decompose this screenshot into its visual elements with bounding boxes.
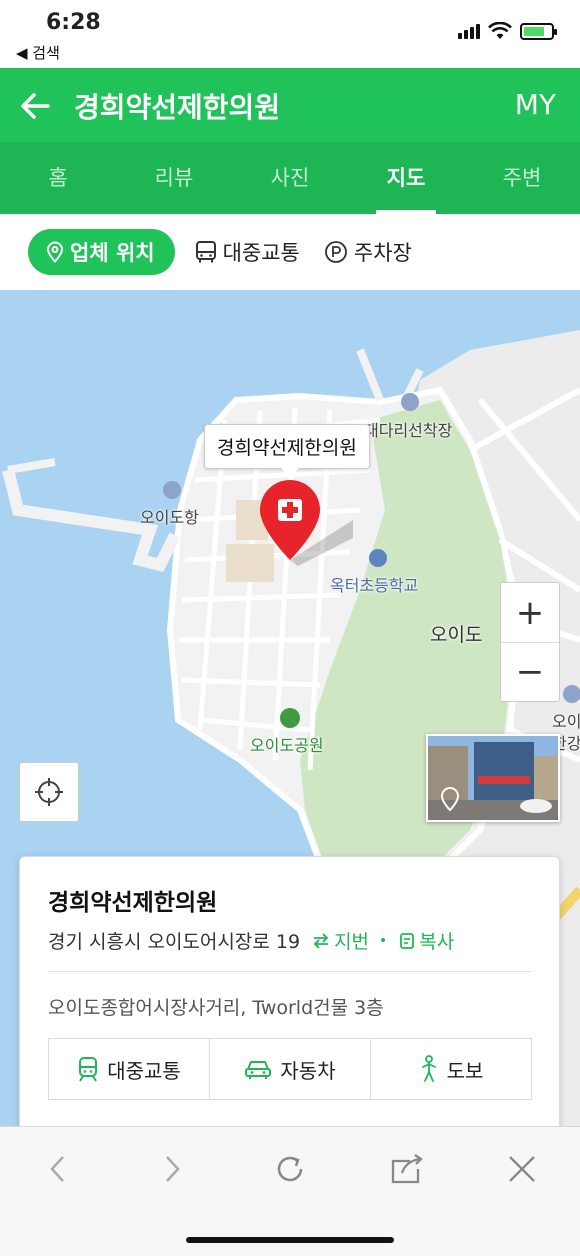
current-location-button[interactable]	[19, 762, 79, 822]
card-divider	[48, 971, 531, 972]
transit-directions-button[interactable]: 대중교통	[49, 1039, 209, 1099]
map-label-edge1: 오이	[552, 712, 580, 731]
map-subtabs: 업체 위치 대중교통 주차장	[0, 214, 580, 290]
subtab-location[interactable]: 업체 위치	[28, 229, 175, 275]
status-bar: 6:28 ◀ 검색	[0, 0, 580, 68]
street-view-image	[428, 736, 558, 820]
back-arrow-icon[interactable]	[18, 86, 58, 126]
zoom-in-button[interactable]: +	[501, 583, 559, 642]
jibun-label: 지번	[334, 931, 370, 953]
subtab-parking-label: 주차장	[353, 241, 412, 265]
place-address-row: 경기 시흥시 오이도어시장로 19 지번 • 복사	[48, 927, 454, 954]
signal-icon	[458, 23, 480, 39]
walk-directions-button[interactable]: 도보	[370, 1039, 531, 1099]
map-label-park: 오이도공원	[250, 736, 324, 755]
home-indicator	[186, 1237, 394, 1243]
place-callout[interactable]: 경희약선제한의원	[204, 424, 370, 477]
subtab-transit[interactable]: 대중교통	[191, 229, 304, 275]
tab-map[interactable]: 지도	[348, 142, 464, 214]
close-button[interactable]	[500, 1147, 544, 1191]
status-time: 6:28	[46, 10, 101, 35]
status-icons	[458, 22, 557, 40]
tab-photo[interactable]: 사진	[232, 142, 348, 214]
share-button[interactable]	[384, 1147, 428, 1191]
close-icon	[509, 1156, 535, 1182]
page-title: 경희약선제한의원	[74, 91, 281, 124]
wifi-icon	[488, 22, 512, 39]
place-info-card: 경희약선제한의원 경기 시흥시 오이도어시장로 19 지번 • 복사 오이도종합…	[19, 856, 560, 1146]
subtab-parking[interactable]: 주차장	[320, 229, 416, 275]
tab-nearby[interactable]: 주변	[464, 142, 580, 214]
map-label-school: 옥터초등학교	[330, 576, 419, 595]
copy-label: 복사	[419, 931, 455, 953]
directions-actions: 대중교통 자동차 도보	[48, 1038, 532, 1100]
chevron-left-icon	[50, 1156, 64, 1182]
jibun-toggle[interactable]: 지번	[312, 927, 369, 954]
copy-icon	[400, 932, 415, 949]
browser-forward-button[interactable]	[150, 1147, 194, 1191]
place-name: 경희약선제한의원	[48, 890, 218, 916]
map-label-port: 오이도항	[140, 508, 199, 527]
tab-home[interactable]: 홈	[0, 142, 116, 214]
place-detail-location: 오이도종합어시장사거리, Tworld건물 3층	[48, 997, 384, 1019]
back-to-search-link[interactable]: ◀ 검색	[16, 42, 60, 63]
map-label-pier: 대다리선착장	[364, 421, 453, 440]
reload-icon	[277, 1156, 303, 1182]
walk-label: 도보	[446, 1058, 484, 1083]
train-icon	[79, 1057, 98, 1082]
map-label-island: 오이도	[430, 624, 483, 646]
swap-icon	[313, 932, 329, 949]
street-view-thumbnail[interactable]	[426, 734, 560, 822]
car-directions-button[interactable]: 자동차	[209, 1039, 370, 1099]
bus-icon	[195, 241, 216, 263]
share-icon	[391, 1154, 423, 1184]
chevron-right-icon	[166, 1156, 180, 1182]
my-button[interactable]: MY	[515, 88, 556, 121]
browser-back-button[interactable]	[36, 1147, 80, 1191]
app-header: 경희약선제한의원 MY	[0, 68, 580, 142]
car-label: 자동차	[280, 1058, 336, 1083]
transit-label: 대중교통	[107, 1058, 181, 1083]
place-address: 경기 시흥시 오이도어시장로 19	[48, 931, 301, 953]
battery-icon	[520, 22, 557, 40]
reload-button[interactable]	[268, 1147, 312, 1191]
car-icon	[245, 1061, 272, 1079]
location-pin-icon	[46, 241, 64, 263]
parking-icon	[324, 241, 347, 263]
browser-toolbar	[0, 1126, 580, 1256]
subtab-location-label: 업체 위치	[70, 241, 155, 265]
tab-bar: 홈 리뷰 사진 지도 주변	[0, 142, 580, 214]
hospital-marker-icon[interactable]	[258, 478, 358, 574]
subtab-transit-label: 대중교통	[222, 241, 300, 265]
separator-dot: •	[379, 932, 388, 949]
zoom-out-button[interactable]: −	[501, 642, 559, 701]
copy-address-button[interactable]: 복사	[399, 927, 454, 954]
walk-icon	[421, 1055, 436, 1082]
zoom-control: + −	[500, 582, 560, 702]
crosshair-icon	[35, 778, 63, 806]
tab-review[interactable]: 리뷰	[116, 142, 232, 214]
